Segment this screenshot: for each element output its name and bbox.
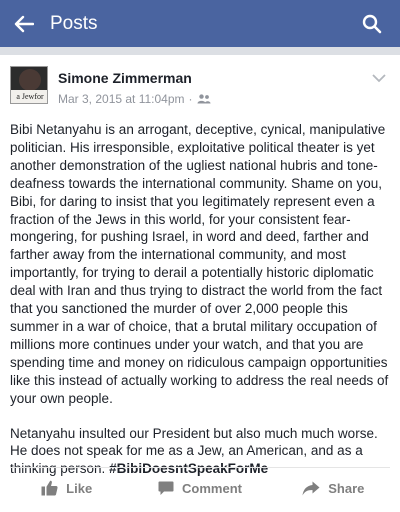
like-button[interactable]: Like [0,470,133,506]
post-options-button[interactable] [372,70,386,88]
search-button[interactable] [352,0,392,47]
post-text: Bibi Netanyahu is an arrogant, deceptive… [10,121,395,478]
search-icon [362,14,382,33]
comment-button[interactable]: Comment [133,470,266,506]
thumbs-up-icon [41,480,58,496]
post-timestamp[interactable]: Mar 3, 2015 at 11:04pm [58,92,185,106]
author-name[interactable]: Simone Zimmerman [58,70,192,86]
post-meta: Mar 3, 2015 at 11:04pm · [58,92,211,106]
avatar-photo [19,69,41,91]
like-label: Like [66,480,93,496]
feed-gap [0,47,400,55]
share-label: Share [328,480,365,496]
chevron-down-icon [372,74,386,83]
comment-label: Comment [182,480,242,496]
action-bar: Like Comment Share [0,470,400,506]
share-icon [302,481,320,495]
page-title: Posts [50,12,98,34]
avatar[interactable]: a Jewfor [10,66,48,104]
friends-icon [197,94,211,104]
post-paragraph: Bibi Netanyahu is an arrogant, deceptive… [10,122,389,406]
share-button[interactable]: Share [267,470,400,506]
top-app-bar: Posts [0,0,400,47]
comment-icon [158,481,174,495]
divider [10,467,390,468]
avatar-caption: a Jewfor [11,90,47,103]
back-button[interactable] [0,0,48,47]
meta-separator: · [188,92,193,106]
arrow-left-icon [14,15,34,32]
